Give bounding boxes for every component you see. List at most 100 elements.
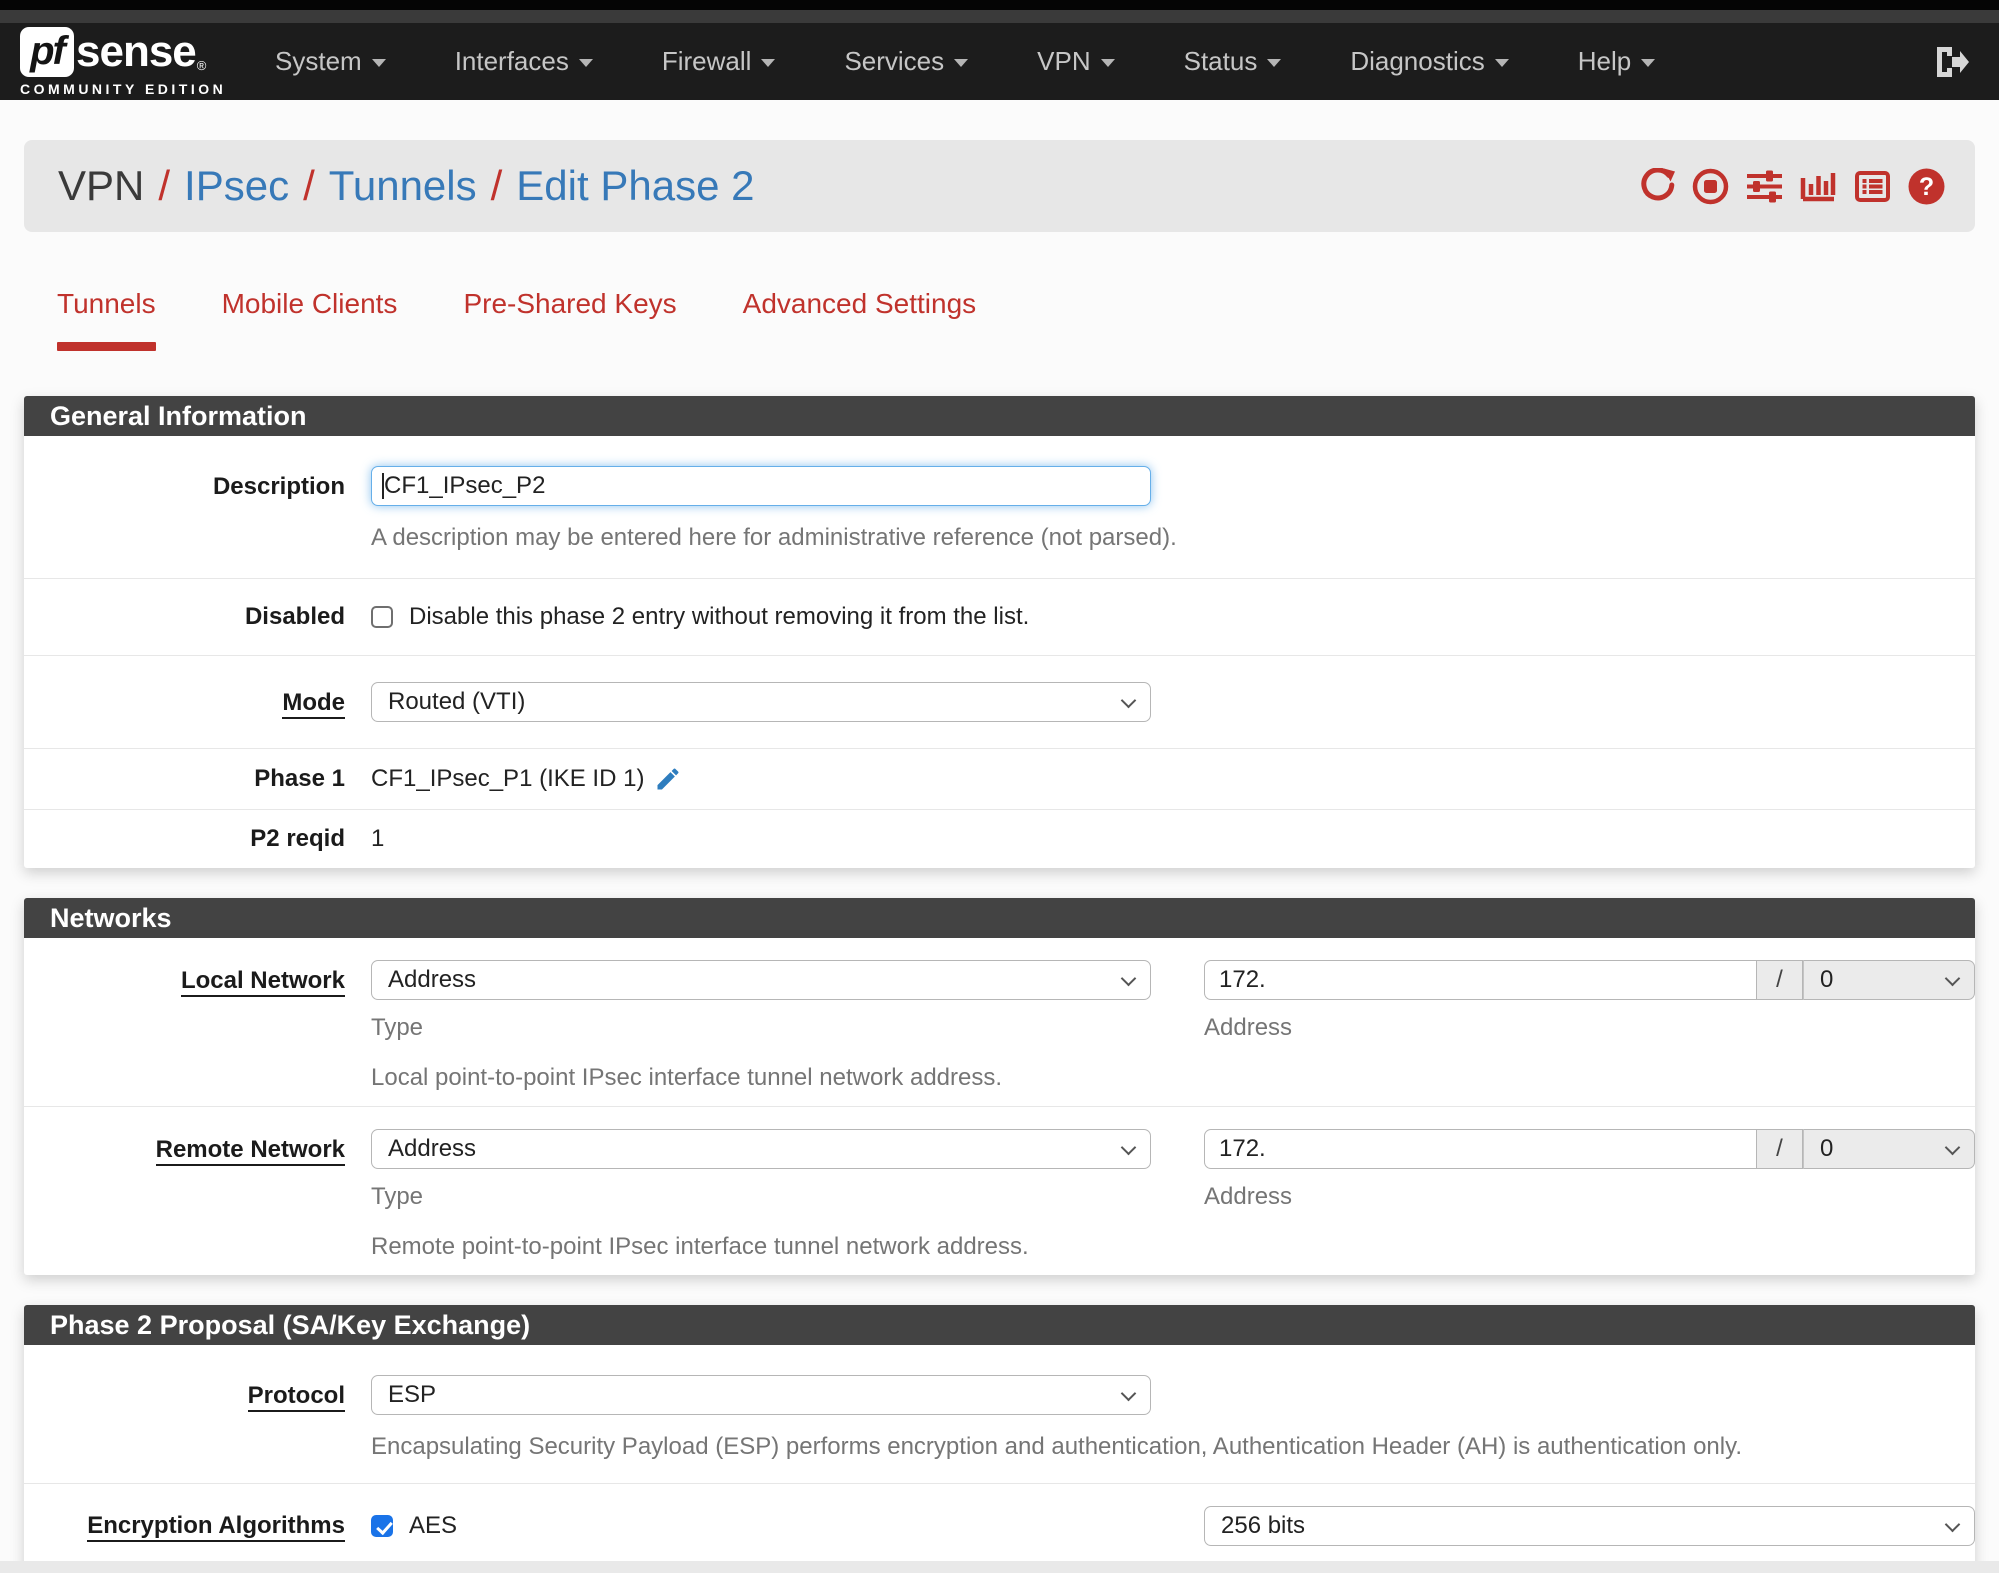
panel-title: Phase 2 Proposal (SA/Key Exchange)	[24, 1305, 1975, 1345]
nav-label: Interfaces	[454, 46, 569, 76]
tab-label: Tunnels	[57, 288, 156, 319]
protocol-select[interactable]: ESP	[371, 1375, 1151, 1415]
sign-out-icon[interactable]	[1935, 46, 1969, 78]
chevron-down-icon	[1100, 59, 1115, 67]
nav-item-help[interactable]: Help	[1577, 46, 1656, 77]
tab-label: Mobile Clients	[221, 288, 398, 319]
nav-item-status[interactable]: Status	[1184, 46, 1282, 77]
aes-checkbox-label: AES	[409, 1512, 458, 1539]
tab-label: Pre-Shared Keys	[463, 288, 677, 319]
description-helper: A description may be entered here for ad…	[371, 524, 1177, 551]
remote-address-input[interactable]: 172.	[1204, 1129, 1757, 1169]
pencil-icon[interactable]	[654, 765, 682, 793]
local-network-type-select[interactable]: Address	[371, 960, 1151, 1000]
nav-item-firewall[interactable]: Firewall	[662, 46, 776, 77]
tab-advanced-settings[interactable]: Advanced Settings	[710, 288, 1010, 351]
nav-item-diagnostics[interactable]: Diagnostics	[1350, 46, 1509, 77]
encryption-algorithms-label: Encryption Algorithms	[87, 1512, 345, 1542]
nav-label: Help	[1577, 46, 1632, 76]
nav-label: Status	[1183, 46, 1258, 76]
remote-mask-value: 0	[1820, 1135, 1834, 1162]
breadcrumb: VPN / IPsec / Tunnels / Edit Phase 2	[58, 162, 754, 210]
tab-pre-shared-keys[interactable]: Pre-Shared Keys	[430, 288, 709, 351]
tab-mobile-clients[interactable]: Mobile Clients	[189, 288, 431, 351]
local-network-label-wrap: Local Network	[24, 960, 371, 1092]
chevron-down-icon	[1120, 970, 1137, 987]
panel-general-information: General Information Description A descri…	[24, 396, 1975, 868]
chevron-down-icon	[1267, 59, 1282, 67]
breadcrumb-separator: /	[490, 162, 503, 209]
tab-label: Advanced Settings	[742, 288, 977, 319]
chevron-down-icon	[371, 59, 386, 67]
mode-select-value: Routed (VTI)	[388, 688, 526, 715]
phase1-value: CF1_IPsec_P1 (IKE ID 1)	[371, 765, 645, 792]
tab-underline	[463, 342, 676, 351]
local-address-input[interactable]: 172.	[1204, 960, 1757, 1000]
disabled-checkbox[interactable]	[371, 606, 393, 628]
panel-title: General Information	[24, 396, 1975, 436]
aes-keylen-select[interactable]: 256 bits	[1204, 1506, 1975, 1546]
disabled-label: Disabled	[244, 603, 345, 630]
pfsense-logo[interactable]: pf sense ® COMMUNITY EDITION	[20, 26, 235, 97]
chevron-down-icon	[1641, 59, 1656, 67]
list-icon[interactable]	[1854, 168, 1891, 205]
breadcrumb-separator: /	[158, 162, 171, 209]
remote-network-type-select[interactable]: Address	[371, 1129, 1151, 1169]
disabled-checkbox-label: Disable this phase 2 entry without remov…	[409, 603, 1030, 630]
nav-label: Services	[844, 46, 945, 76]
svg-text:?: ?	[1919, 173, 1934, 201]
remote-network-helper: Remote point-to-point IPsec interface tu…	[371, 1233, 1029, 1260]
encryption-label-wrap: Encryption Algorithms	[24, 1512, 371, 1542]
logo-edition-text: COMMUNITY EDITION	[20, 80, 227, 97]
row-protocol: Protocol ESP Encapsulating Security Payl…	[24, 1345, 1975, 1484]
stop-icon[interactable]	[1692, 168, 1729, 205]
mode-label: Mode	[282, 689, 345, 719]
aes-checkbox[interactable]	[371, 1515, 393, 1537]
window-title-strip	[0, 10, 1999, 23]
sliders-icon[interactable]	[1746, 168, 1783, 205]
description-input[interactable]	[371, 466, 1151, 506]
tab-underline	[743, 342, 977, 351]
breadcrumb-bar: VPN / IPsec / Tunnels / Edit Phase 2 ?	[24, 140, 1975, 232]
slash-addon: /	[1757, 960, 1803, 1000]
aes-keylen-value: 256 bits	[1221, 1512, 1306, 1539]
chevron-down-icon	[1944, 1139, 1961, 1156]
chevron-down-icon	[1944, 970, 1961, 987]
chevron-down-icon	[1120, 1139, 1137, 1156]
nav-item-services[interactable]: Services	[844, 46, 969, 77]
local-mask-select[interactable]: 0	[1803, 960, 1975, 1000]
nav-item-vpn[interactable]: VPN	[1037, 46, 1115, 77]
description-label: Description	[212, 473, 345, 500]
panel-networks: Networks Local Network Address Type 172.…	[24, 898, 1975, 1275]
bar-chart-icon[interactable]	[1800, 168, 1837, 205]
remote-mask-select[interactable]: 0	[1803, 1129, 1975, 1169]
chevron-down-icon	[1494, 59, 1509, 67]
breadcrumb-link-ipsec[interactable]: IPsec	[184, 162, 289, 210]
slash-addon: /	[1757, 1129, 1803, 1169]
top-navbar: pf sense ® COMMUNITY EDITION System Inte…	[0, 23, 1999, 100]
logo-registered-mark: ®	[196, 57, 207, 73]
chevron-down-icon	[954, 59, 969, 67]
row-description: Description A description may be entered…	[24, 436, 1975, 579]
mode-label-wrap: Mode	[24, 682, 371, 722]
breadcrumb-link-tunnels[interactable]: Tunnels	[329, 162, 477, 210]
row-mode: Mode Routed (VTI)	[24, 656, 1975, 749]
nav-item-system[interactable]: System	[275, 46, 386, 77]
nav-label: Firewall	[661, 46, 752, 76]
mode-select[interactable]: Routed (VTI)	[371, 682, 1151, 722]
local-type-helper: Type	[371, 1014, 424, 1041]
refresh-icon[interactable]	[1638, 167, 1675, 205]
chevron-down-icon	[761, 59, 776, 67]
help-icon[interactable]: ?	[1908, 168, 1945, 205]
breadcrumb-current: Edit Phase 2	[516, 162, 755, 209]
nav-item-interfaces[interactable]: Interfaces	[455, 46, 593, 77]
protocol-value: ESP	[388, 1381, 437, 1408]
chevron-down-icon	[1944, 1516, 1961, 1533]
window-top-strip	[0, 0, 1999, 10]
tab-tunnels[interactable]: Tunnels	[24, 288, 189, 351]
page-content: VPN / IPsec / Tunnels / Edit Phase 2 ? T…	[0, 100, 1999, 1561]
row-phase1: Phase 1 CF1_IPsec_P1 (IKE ID 1)	[24, 749, 1975, 810]
text-caret	[382, 473, 384, 499]
p2reqid-value: 1	[371, 825, 385, 852]
tab-bar: Tunnels Mobile Clients Pre-Shared Keys A…	[24, 288, 1975, 351]
